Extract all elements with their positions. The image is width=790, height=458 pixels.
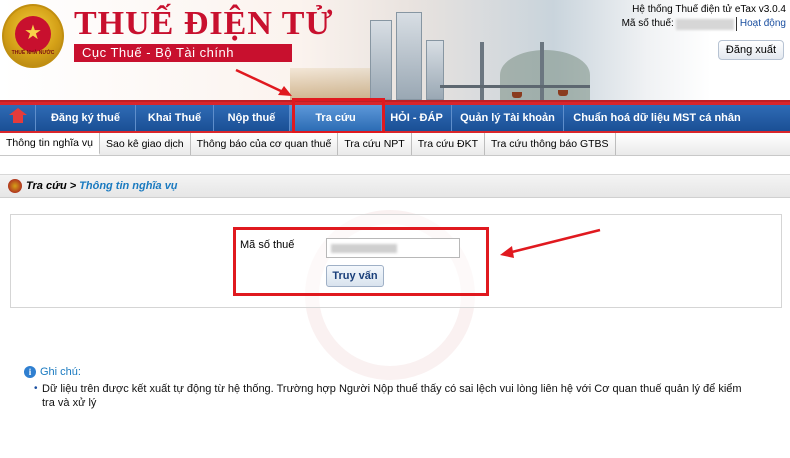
subnav-item-sao-ke-giao-dich[interactable]: Sao kê giao dịch [100, 133, 191, 155]
header-banner: ★ THUẾ NHÀ NƯỚC THUẾ ĐIỆN TỬ Cục Thuế - … [0, 0, 790, 100]
nav-item-chuan-hoa-mst[interactable]: Chuẩn hoá dữ liệu MST cá nhân [564, 105, 750, 131]
nav-item-hoi-dap[interactable]: HỎI - ĐÁP [382, 105, 452, 131]
star-icon: ★ [24, 22, 42, 44]
bullet-icon: • [34, 383, 38, 394]
note-text: Dữ liệu trên được kết xuất tự động từ hệ… [42, 383, 742, 409]
site-subtitle: Cục Thuế - Bộ Tài chính [74, 44, 292, 62]
highlight-box-tra-cuu [292, 98, 385, 134]
banner-bridge-decoration [440, 40, 590, 100]
main-nav: Đăng ký thuế Khai Thuế Nộp thuế Tra cứu … [0, 100, 790, 133]
logout-button[interactable]: Đăng xuất [718, 40, 784, 60]
nav-home[interactable] [0, 105, 36, 131]
tax-code-value-redacted [675, 18, 734, 30]
subnav-item-thong-bao-co-quan-thue[interactable]: Thông báo của cơ quan thuế [191, 133, 339, 155]
subnav-item-tra-cuu-npt[interactable]: Tra cứu NPT [338, 133, 412, 155]
nav-item-dang-ky-thue[interactable]: Đăng ký thuế [36, 105, 136, 131]
highlight-box-form [233, 227, 489, 296]
tax-code-label: Mã số thuế: [621, 18, 674, 29]
emblem-small-icon [8, 179, 22, 193]
info-icon: i [24, 366, 36, 378]
emblem-center: ★ [15, 16, 51, 52]
note-title: Ghi chú: [40, 366, 81, 378]
subnav-item-tra-cuu-dkt[interactable]: Tra cứu ĐKT [412, 133, 486, 155]
breadcrumb-current: Thông tin nghĩa vụ [79, 180, 178, 192]
breadcrumb: Tra cứu > Thông tin nghĩa vụ [0, 174, 790, 198]
account-info: Hệ thống Thuế điện tử eTax v3.0.4 Mã số … [622, 3, 786, 31]
site-title: THUẾ ĐIỆN TỬ [74, 5, 334, 42]
subnav-item-tra-cuu-gtbs[interactable]: Tra cứu thông báo GTBS [485, 133, 616, 155]
subnav-item-thong-tin-nghia-vu[interactable]: Thông tin nghĩa vụ [0, 133, 100, 155]
tax-code-line: Mã số thuế: Hoạt động [622, 17, 786, 31]
breadcrumb-parent[interactable]: Tra cứu > [26, 180, 76, 192]
main-nav-bar: Đăng ký thuế Khai Thuế Nộp thuế Tra cứu … [0, 105, 790, 131]
national-emblem-logo: ★ THUẾ NHÀ NƯỚC [2, 4, 64, 68]
activity-link[interactable]: Hoạt động [735, 17, 786, 31]
emblem-text: THUẾ NHÀ NƯỚC [11, 50, 55, 56]
sub-nav: Thông tin nghĩa vụ Sao kê giao dịch Thôn… [0, 133, 790, 156]
nav-item-nop-thue[interactable]: Nộp thuế [214, 105, 290, 131]
note-heading: i Ghi chú: [24, 366, 81, 378]
system-version: Hệ thống Thuế điện tử eTax v3.0.4 [632, 4, 786, 15]
nav-item-quan-ly-tai-khoan[interactable]: Quản lý Tài khoản [452, 105, 564, 131]
nav-item-khai-thue[interactable]: Khai Thuế [136, 105, 214, 131]
home-icon [8, 108, 27, 124]
